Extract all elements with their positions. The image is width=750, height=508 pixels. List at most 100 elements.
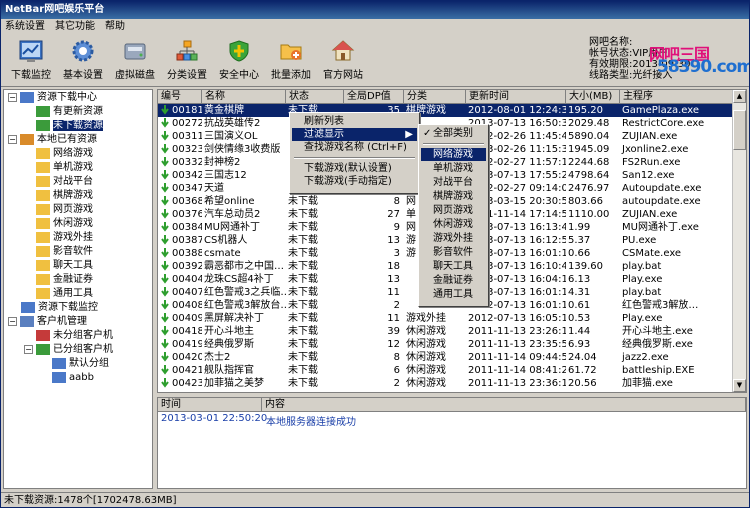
tree-category-item[interactable]: 通用工具	[36, 287, 93, 301]
folder-add-icon	[280, 44, 302, 60]
table-row[interactable]: 00423 加菲猫之美梦 未下载 2 休闲游戏 2011-11-13 23:36:11 20…	[158, 377, 738, 390]
menu-system-settings[interactable]: 系统设置	[5, 21, 45, 32]
menu-download-default[interactable]: 下载游戏(默认设置)	[292, 162, 417, 175]
table-cell: 2244.68	[568, 157, 610, 168]
menu-help[interactable]: 帮助	[105, 21, 125, 32]
menu-refresh-list[interactable]: 刷新列表	[292, 115, 417, 128]
table-cell: RestrictCore.exe	[622, 118, 705, 129]
table-cell: 1945.09	[568, 144, 610, 155]
tree-grouped-clients[interactable]: − 已分组客户机	[24, 343, 113, 357]
category-settings-button[interactable]: 分类设置	[161, 37, 213, 83]
column-header[interactable]: 编号	[158, 90, 202, 104]
tree-default-group[interactable]: 默认分组	[52, 357, 109, 371]
table-row[interactable]: 00409 黑屏解决补丁 未下载 11 游戏外挂 2012-07-13 16:05:11 0…	[158, 312, 738, 325]
table-cell: 休闲游戏	[406, 365, 446, 376]
tree-not-downloaded[interactable]: 未下载资源	[36, 119, 103, 133]
official-site-button[interactable]: 官方网站	[317, 37, 369, 83]
filter-item[interactable]: 影音软件	[421, 246, 486, 259]
table-cell: 未下载	[288, 365, 318, 376]
table-row[interactable]: 00419 经典俄罗斯 未下载 12 休闲游戏 2011-11-13 23:35:52 6.…	[158, 338, 738, 351]
scroll-thumb[interactable]	[733, 110, 746, 150]
tree-updated-resources[interactable]: 有更新资源	[36, 105, 103, 119]
virtual-disk-button[interactable]: 虚拟磁盘	[109, 37, 161, 83]
filter-item[interactable]: 聊天工具	[421, 260, 486, 273]
tree-category-item[interactable]: 单机游戏	[36, 161, 93, 175]
table-cell: 2011-11-14 09:44:51	[468, 352, 566, 363]
column-header[interactable]: 分类	[404, 90, 466, 104]
tree-client-management[interactable]: − 客户机管理	[8, 315, 87, 329]
vertical-scrollbar[interactable]: ▲ ▼	[732, 90, 746, 392]
tree-category-item[interactable]: 聊天工具	[36, 259, 93, 273]
filter-item[interactable]: 单机游戏	[421, 162, 486, 175]
context-menu: 刷新列表 过滤显示 ▶ 查找游戏名称 (Ctrl+F) 下载游戏(默认设置) 下载…	[289, 112, 420, 194]
table-row[interactable]: 00420 杰士2 未下载 8 休闲游戏 2011-11-14 09:44:51 24.04…	[158, 351, 738, 364]
table-row[interactable]: 00181 黄金棋牌 未下载 35 棋牌游戏 2012-08-01 12:24:36 195…	[158, 104, 738, 117]
download-arrow-icon	[160, 378, 170, 388]
download-arrow-icon	[160, 365, 170, 375]
table-cell: 加菲猫之美梦	[204, 378, 264, 389]
table-cell: 2011-11-13 23:26:18	[468, 326, 566, 337]
filter-item[interactable]: 金融证券	[421, 274, 486, 287]
download-arrow-icon	[160, 248, 170, 258]
menu-find-game[interactable]: 查找游戏名称 (Ctrl+F)	[292, 141, 417, 154]
filter-item[interactable]: 游戏外挂	[421, 232, 486, 245]
column-header[interactable]: 大小(MB)	[566, 90, 620, 104]
tree-ungrouped-clients[interactable]: 未分组客户机	[36, 329, 113, 343]
tree-category-item[interactable]: 棋牌游戏	[36, 189, 93, 203]
table-cell: 黑屏解决补丁	[204, 313, 264, 324]
menu-other-functions[interactable]: 其它功能	[55, 21, 95, 32]
column-header[interactable]: 主程序	[620, 90, 736, 104]
column-header[interactable]: 状态	[286, 90, 344, 104]
filter-all[interactable]: ✓ 全部类别	[421, 127, 486, 140]
cell-id: 00392	[158, 260, 202, 273]
table-cell: 天道	[204, 183, 224, 194]
tree-category-item[interactable]: 游戏外挂	[36, 231, 93, 245]
security-center-button[interactable]: 安全中心	[213, 37, 265, 83]
table-cell: 未下载	[288, 287, 318, 298]
table-cell: 未下载	[288, 209, 318, 220]
download-arrow-icon	[160, 261, 170, 271]
download-arrow-icon	[160, 326, 170, 336]
tree-local-resources[interactable]: − 本地已有资源	[8, 133, 97, 147]
table-cell: 11	[387, 313, 400, 324]
table-row[interactable]: 00421 舰队指挥官 未下载 6 休闲游戏 2011-11-14 08:41:28 61.…	[158, 364, 738, 377]
filter-item[interactable]: 棋牌游戏	[421, 190, 486, 203]
tree-resource-center[interactable]: − 资源下载中心	[8, 91, 97, 105]
column-header[interactable]: 名称	[202, 90, 286, 104]
column-header[interactable]: 更新时间	[466, 90, 566, 104]
table-cell: 红色警戒3之兵临…	[204, 287, 286, 298]
menu-filter-display[interactable]: 过滤显示 ▶	[292, 128, 417, 141]
chart-icon	[19, 40, 43, 62]
tree-category-item[interactable]: 网络游戏	[36, 147, 93, 161]
basic-settings-button[interactable]: 基本设置	[57, 37, 109, 83]
tree-category-item[interactable]: 金融证券	[36, 273, 93, 287]
filter-item[interactable]: 网络游戏	[421, 148, 486, 161]
tree-category-item[interactable]: 影音软件	[36, 245, 93, 259]
filter-item[interactable]: 休闲游戏	[421, 218, 486, 231]
navigation-tree: − 资源下载中心 有更新资源 未下载资源 − 本地已有资源 网络游戏 单机游戏 对战平台…	[3, 89, 153, 489]
tree-category-item[interactable]: 对战平台	[36, 175, 93, 189]
filter-item[interactable]: 通用工具	[421, 288, 486, 301]
table-cell: 休闲游戏	[406, 352, 446, 363]
filter-item[interactable]: 对战平台	[421, 176, 486, 189]
tree-category-item[interactable]: 网页游戏	[36, 203, 93, 217]
menu-download-manual[interactable]: 下载游戏(手动指定)	[292, 175, 417, 188]
table-cell: 2476.97	[568, 183, 610, 194]
filter-item[interactable]: 网页游戏	[421, 204, 486, 217]
tree-category-item[interactable]: 休闲游戏	[36, 217, 93, 231]
cell-id: 00272	[158, 117, 202, 130]
table-cell: 剑侠情缘3收费版	[204, 144, 281, 155]
table-cell: 红色警戒3解放…	[622, 300, 699, 311]
tree-group-aabb[interactable]: aabb	[52, 371, 94, 385]
scroll-down-icon[interactable]: ▼	[733, 379, 746, 392]
log-col-content[interactable]: 内容	[262, 398, 746, 412]
table-row[interactable]: 00418 开心斗地主 未下载 39 休闲游戏 2011-11-13 23:26:18 1.…	[158, 325, 738, 338]
download-monitor-button[interactable]: 下载监控	[5, 37, 57, 83]
column-header[interactable]: 全局DP值	[344, 90, 404, 104]
log-col-time[interactable]: 时间	[158, 398, 262, 412]
network-icon	[20, 315, 34, 327]
download-arrow-icon	[160, 157, 170, 167]
tree-download-monitor[interactable]: 资源下载监控	[8, 301, 98, 315]
scroll-up-icon[interactable]: ▲	[733, 90, 746, 103]
batch-add-button[interactable]: 批量添加	[265, 37, 317, 83]
